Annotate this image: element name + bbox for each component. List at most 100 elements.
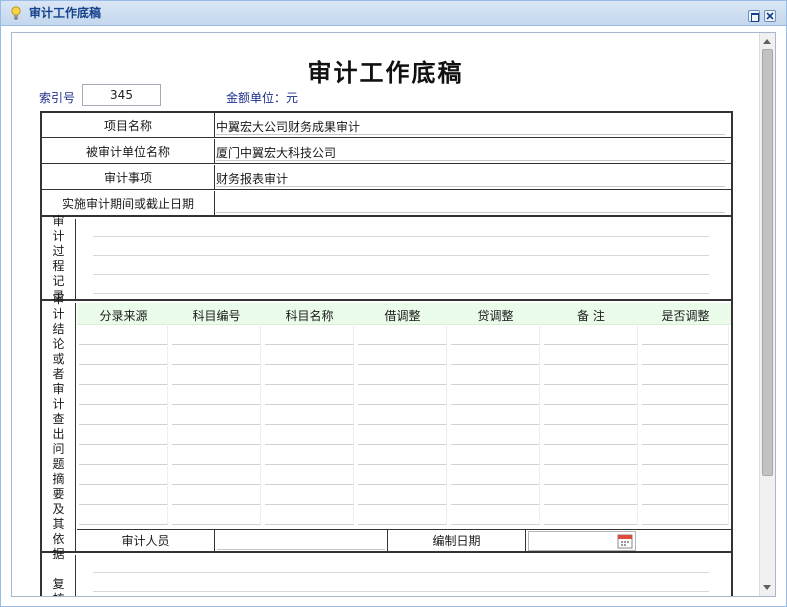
grid-cell[interactable] [358, 406, 447, 425]
auditor-field[interactable] [215, 530, 388, 552]
grid-cell[interactable] [172, 366, 261, 385]
grid-col-account-name[interactable]: 科目名称 [263, 307, 356, 324]
grid-cell[interactable] [451, 406, 540, 425]
grid-cell[interactable] [451, 326, 540, 345]
scroll-up-icon[interactable] [763, 39, 771, 44]
grid-cell[interactable] [172, 386, 261, 405]
grid-cell[interactable] [544, 346, 638, 365]
grid-col-account-code[interactable]: 科目编号 [170, 307, 263, 324]
grid-cell[interactable] [358, 346, 447, 365]
grid-cell[interactable] [642, 466, 729, 485]
grid-cell[interactable] [265, 346, 354, 365]
grid-cell[interactable] [642, 446, 729, 465]
grid-cell[interactable] [358, 506, 447, 525]
field-underline [217, 549, 385, 550]
grid-cell[interactable] [172, 506, 261, 525]
grid-cell[interactable] [544, 326, 638, 345]
grid-cell[interactable] [358, 466, 447, 485]
grid-cell[interactable] [172, 486, 261, 505]
grid-cell[interactable] [358, 446, 447, 465]
window-titlebar[interactable]: 审计工作底稿 [1, 1, 786, 26]
grid-cell[interactable] [265, 426, 354, 445]
grid-cell[interactable] [265, 326, 354, 345]
compile-date-input[interactable] [528, 531, 636, 551]
grid-cell[interactable] [451, 486, 540, 505]
grid-cell[interactable] [265, 466, 354, 485]
grid-cell[interactable] [358, 366, 447, 385]
audit-matter-field[interactable]: 财务报表审计 [216, 165, 731, 189]
grid-cell[interactable] [358, 486, 447, 505]
grid-cell[interactable] [544, 426, 638, 445]
grid-col-credit[interactable]: 贷调整 [449, 307, 542, 324]
grid-cell[interactable] [265, 386, 354, 405]
signoff-row: 审计人员 编制日期 [77, 529, 731, 553]
grid-cell[interactable] [451, 446, 540, 465]
grid-cell[interactable] [172, 466, 261, 485]
grid-cell[interactable] [265, 446, 354, 465]
grid-cell[interactable] [172, 346, 261, 365]
field-underline [216, 134, 725, 135]
grid-cell[interactable] [79, 386, 168, 405]
grid-cell[interactable] [79, 346, 168, 365]
scrollbar-thumb[interactable] [762, 49, 773, 476]
grid-cell[interactable] [642, 506, 729, 525]
grid-cell[interactable] [642, 426, 729, 445]
grid-cell[interactable] [544, 466, 638, 485]
grid-cell[interactable] [79, 366, 168, 385]
grid-cell[interactable] [451, 366, 540, 385]
grid-cell[interactable] [451, 506, 540, 525]
grid-cell[interactable] [544, 506, 638, 525]
grid-cell[interactable] [172, 426, 261, 445]
grid-cell[interactable] [79, 506, 168, 525]
grid-cell[interactable] [265, 366, 354, 385]
grid-cell[interactable] [642, 486, 729, 505]
field-row-period: 实施审计期间或截止日期 [42, 191, 731, 217]
document-scroll-area[interactable]: 审计工作底稿 索引号 345 金额单位：元 项目名称 中翼宏大公司财务成果审计 … [12, 33, 759, 596]
grid-cell[interactable] [451, 386, 540, 405]
grid-cell[interactable] [642, 386, 729, 405]
grid-col-remark[interactable]: 备 注 [542, 307, 640, 324]
grid-cell[interactable] [544, 446, 638, 465]
grid-col-adjusted[interactable]: 是否调整 [640, 307, 731, 324]
grid-cell[interactable] [79, 426, 168, 445]
scroll-down-icon[interactable] [763, 585, 771, 590]
audit-period-field[interactable] [216, 191, 731, 215]
grid-cell[interactable] [79, 486, 168, 505]
grid-cell[interactable] [265, 486, 354, 505]
grid-cell[interactable] [172, 326, 261, 345]
field-underline [216, 212, 725, 213]
grid-cell[interactable] [265, 506, 354, 525]
grid-cell[interactable] [265, 406, 354, 425]
grid-cell[interactable] [172, 446, 261, 465]
grid-cell[interactable] [642, 326, 729, 345]
process-record-textarea[interactable] [77, 219, 731, 299]
grid-cell[interactable] [642, 406, 729, 425]
grid-cell[interactable] [172, 406, 261, 425]
grid-col-source[interactable]: 分录来源 [77, 307, 170, 324]
maximize-icon[interactable] [748, 10, 760, 22]
vertical-scrollbar[interactable] [759, 33, 775, 596]
grid-col-debit[interactable]: 借调整 [356, 307, 449, 324]
review-textarea[interactable] [77, 555, 731, 596]
grid-cell[interactable] [358, 326, 447, 345]
grid-cell[interactable] [544, 386, 638, 405]
calendar-icon[interactable] [617, 533, 633, 549]
grid-cell[interactable] [642, 366, 729, 385]
grid-cell[interactable] [451, 346, 540, 365]
grid-cell[interactable] [544, 486, 638, 505]
grid-cell[interactable] [358, 426, 447, 445]
close-icon[interactable] [764, 10, 776, 22]
grid-cell[interactable] [451, 426, 540, 445]
project-name-field[interactable]: 中翼宏大公司财务成果审计 [216, 113, 731, 137]
grid-cell[interactable] [79, 466, 168, 485]
grid-cell[interactable] [358, 386, 447, 405]
grid-cell[interactable] [79, 406, 168, 425]
grid-cell[interactable] [451, 466, 540, 485]
grid-cell[interactable] [79, 446, 168, 465]
grid-cell[interactable] [544, 406, 638, 425]
index-input[interactable]: 345 [82, 84, 161, 106]
grid-cell[interactable] [544, 366, 638, 385]
auditee-name-field[interactable]: 厦门中翼宏大科技公司 [216, 139, 731, 163]
grid-cell[interactable] [642, 346, 729, 365]
grid-cell[interactable] [79, 326, 168, 345]
